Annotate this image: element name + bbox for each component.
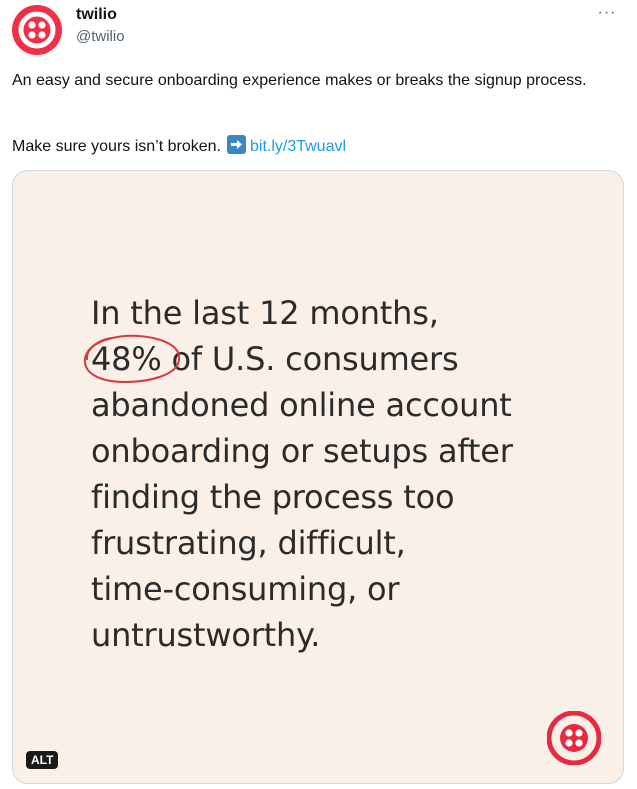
highlighted-stat: 48% xyxy=(83,334,181,384)
media-text: In the last 12 months, 48% of U.S. consu… xyxy=(83,290,611,658)
tweet-card: twilio @twilio ··· An easy and secure on… xyxy=(0,0,637,789)
media-text-line: abandoned online account xyxy=(91,386,512,424)
media-image[interactable]: In the last 12 months, 48% of U.S. consu… xyxy=(12,170,624,784)
right-arrow-emoji-icon xyxy=(226,135,246,154)
more-options-icon[interactable]: ··· xyxy=(593,2,621,24)
tweet-text-sentence: Make sure yours isn’t broken. xyxy=(12,138,221,155)
display-name[interactable]: twilio xyxy=(76,6,117,24)
media-text-line: frustrating, difficult, xyxy=(91,524,406,562)
tweet-text-line2: Make sure yours isn’t broken. bit.ly/3Twu… xyxy=(12,135,346,157)
media-text-line: onboarding or setups after xyxy=(91,432,513,470)
media-text-line: untrustworthy. xyxy=(91,616,321,654)
twilio-logo-icon[interactable] xyxy=(12,5,62,55)
media-text-line: time-consuming, or xyxy=(91,570,400,608)
user-handle[interactable]: @twilio xyxy=(76,28,125,45)
media-text-line: 48% of U.S. consumers xyxy=(83,334,611,384)
twilio-logo-icon xyxy=(546,710,602,766)
media-text-line: finding the process too xyxy=(91,478,455,516)
tweet-link[interactable]: bit.ly/3Twuavl xyxy=(250,138,346,155)
alt-text-button[interactable]: ALT xyxy=(26,751,59,769)
tweet-text: An easy and secure onboarding experience… xyxy=(12,72,587,89)
media-text-line: In the last 12 months, xyxy=(91,294,439,332)
